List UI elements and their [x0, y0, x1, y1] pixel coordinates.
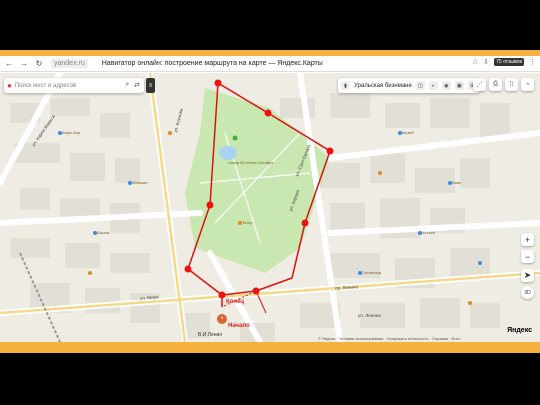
menu-icon[interactable]: ≡ — [146, 78, 155, 93]
poi-school[interactable]: Школа — [97, 230, 109, 235]
download-icon[interactable]: ⇩ — [483, 58, 489, 66]
panorama-icon[interactable]: ◉ — [441, 81, 451, 90]
reviews-badge[interactable]: 75 отзывов — [494, 58, 524, 66]
route-end-label: Конец — [226, 299, 244, 305]
forward-icon[interactable]: → — [18, 58, 30, 70]
poi-cafe[interactable]: Кафе-бар — [62, 130, 80, 135]
poi-bank[interactable]: Банк — [452, 180, 461, 185]
browser-actions: ☆ ⇩ 75 отзывов ⋮ — [472, 58, 536, 66]
map-footer[interactable]: © Яндекс · Условия использования · Испра… — [318, 336, 461, 341]
traffic-icon[interactable]: ◐ — [428, 81, 438, 90]
zoom-in-button[interactable]: + — [521, 233, 534, 246]
search-icon[interactable]: ⌕ — [125, 81, 129, 89]
layers-icon[interactable]: ◫ — [415, 81, 425, 90]
poi-shop[interactable]: Магазин — [132, 180, 147, 185]
poi-museum[interactable]: Музей — [402, 130, 414, 135]
route-start-label: Начало — [228, 323, 250, 329]
avatar[interactable]: ◔ — [521, 78, 534, 91]
grid-icon[interactable]: ⁞⁞ — [505, 78, 518, 91]
page-title: Навигатор онлайн: построение маршрута на… — [101, 60, 323, 67]
search-input[interactable]: ● Поиск мест и адресов ⌕ ⇄ — [4, 78, 144, 93]
3d-toggle-button[interactable]: 3D — [521, 286, 534, 299]
route-start-pin-icon[interactable]: • — [217, 314, 227, 324]
poi-hotel[interactable]: Гостиница — [362, 270, 381, 275]
search-placeholder: Поиск мест и адресов — [14, 82, 77, 89]
metro-label: В.И.Ленин — [198, 332, 223, 338]
poi-pharmacy[interactable]: Аптека — [422, 230, 435, 235]
extension-icon[interactable]: ⋮ — [529, 58, 536, 66]
address-bar: ← → ↻ yandex.ru Навигатор онлайн: постро… — [0, 56, 540, 72]
ruler-icon[interactable]: ⋰ — [473, 78, 486, 91]
transport-icon[interactable]: ▣ — [454, 81, 464, 90]
map-svg — [0, 73, 540, 342]
geolocation-button[interactable]: ➤ — [521, 269, 534, 282]
reload-icon[interactable]: ↻ — [33, 58, 45, 70]
browser-window: ← → ↻ yandex.ru Навигатор онлайн: постро… — [0, 56, 540, 342]
top-right-controls: ⋰ ⎙ ⁞⁞ ◔ — [473, 78, 534, 91]
url-field[interactable]: yandex.ru — [51, 59, 88, 68]
poi-theater[interactable]: Театр — [242, 220, 253, 225]
route-icon[interactable]: ⇄ — [134, 81, 140, 89]
building-icon: ▮ — [341, 81, 350, 90]
map-canvas[interactable]: ул. Карла Маркса ул. Мира ул. Кирова пр.… — [0, 73, 540, 342]
yandex-logo: Яндекс — [507, 327, 532, 334]
map-toolbar: ▮ Уральская бизнмане ◫ ◐ ◉ ▣ ⊞ — [338, 78, 480, 93]
bookmark-icon[interactable]: ☆ — [472, 58, 478, 66]
location-pin-icon: ● — [7, 81, 12, 90]
street-label-lenina2: ул. Ленина — [358, 313, 381, 318]
zoom-out-button[interactable]: − — [521, 250, 534, 263]
print-icon[interactable]: ⎙ — [489, 78, 502, 91]
poi-square[interactable]: Сквер 50-летия Октября — [228, 160, 273, 165]
search-actions: ⌕ ⇄ — [125, 81, 140, 89]
place-label[interactable]: Уральская бизнмане — [354, 83, 412, 89]
back-icon[interactable]: ← — [3, 58, 15, 70]
